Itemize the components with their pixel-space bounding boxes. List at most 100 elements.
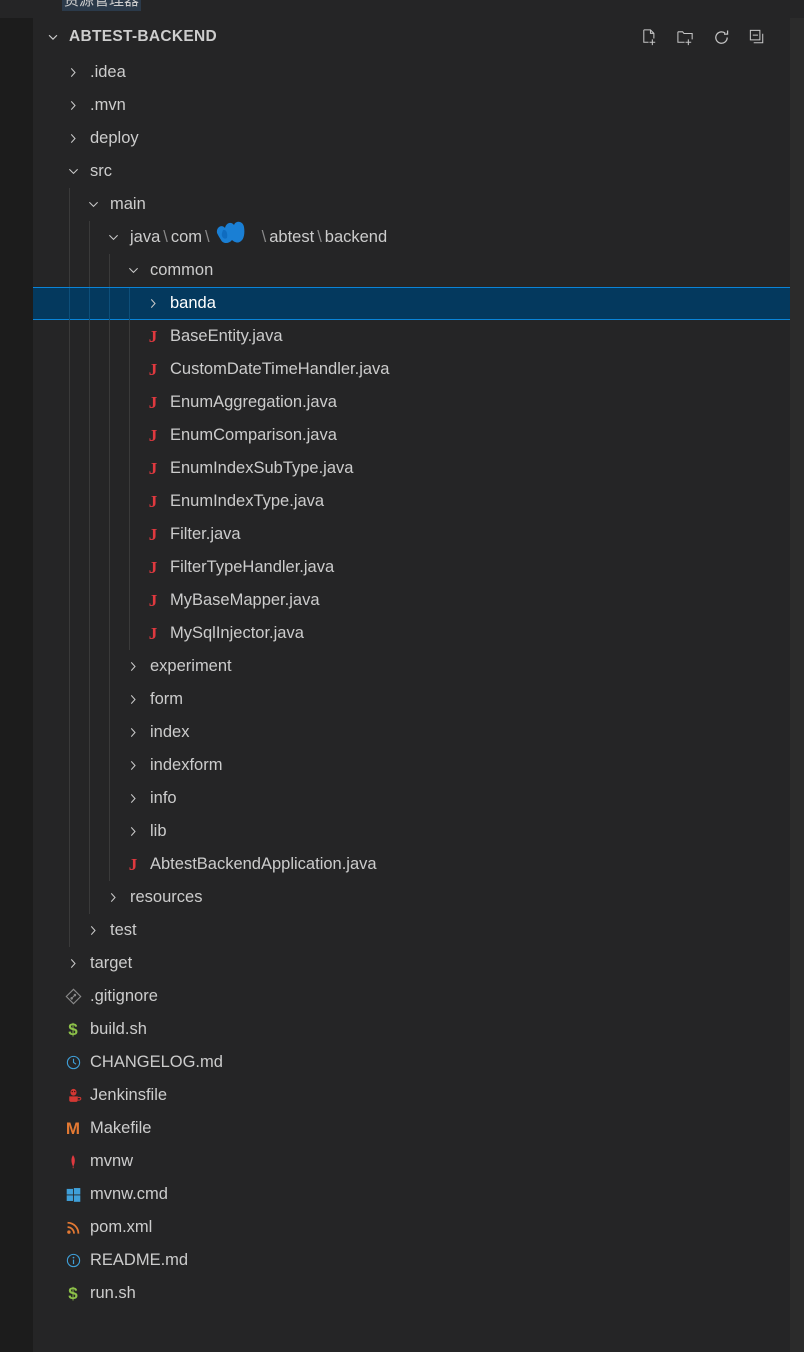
- tree-row-label: mvnw.cmd: [90, 1185, 168, 1204]
- tree-file-row[interactable]: J EnumComparison.java: [33, 419, 790, 452]
- row-indent: [33, 1211, 62, 1244]
- tree-folder-row[interactable]: banda: [33, 287, 790, 321]
- tree-file-row[interactable]: pom.xml: [33, 1211, 790, 1244]
- indent-guide: [89, 353, 90, 386]
- tree-file-row[interactable]: J CustomDateTimeHandler.java: [33, 353, 790, 386]
- tree-row-label: MyBaseMapper.java: [170, 591, 320, 610]
- indent-guide: [89, 485, 90, 518]
- new-folder-icon[interactable]: [674, 26, 696, 48]
- explorer-section-header[interactable]: ABTEST-BACKEND: [33, 18, 790, 56]
- indent-guide: [109, 485, 110, 518]
- tree-file-row[interactable]: Jenkinsfile: [33, 1079, 790, 1112]
- tree-row-label: EnumAggregation.java: [170, 393, 337, 412]
- explorer-panel: ABTEST-BACKEND .idea .mvn deploy src mai…: [33, 18, 790, 1352]
- indent-guide: [109, 683, 110, 716]
- tree-folder-row[interactable]: indexform: [33, 749, 790, 782]
- tree-file-row[interactable]: $ build.sh: [33, 1013, 790, 1046]
- tree-row-label: main: [110, 195, 146, 214]
- chevron-down-icon[interactable]: [122, 254, 144, 287]
- tree-file-row[interactable]: mvnw: [33, 1145, 790, 1178]
- tree-folder-row[interactable]: .idea: [33, 56, 790, 89]
- java-icon: J: [148, 326, 158, 346]
- path-separator: \: [163, 228, 168, 247]
- indent-guide: [129, 617, 130, 650]
- java-icon: J: [148, 392, 158, 412]
- tree-folder-row[interactable]: .mvn: [33, 89, 790, 122]
- chevron-right-icon[interactable]: [122, 650, 144, 683]
- tree-row-label: README.md: [90, 1251, 189, 1270]
- tree-file-row[interactable]: J Filter.java: [33, 518, 790, 551]
- tree-file-row[interactable]: J MySqlInjector.java: [33, 617, 790, 650]
- tree-folder-row[interactable]: experiment: [33, 650, 790, 683]
- tree-folder-row[interactable]: deploy: [33, 122, 790, 155]
- tree-file-row[interactable]: J MyBaseMapper.java: [33, 584, 790, 617]
- chevron-right-icon[interactable]: [82, 914, 104, 947]
- tree-file-row[interactable]: .gitignore: [33, 980, 790, 1013]
- tree-folder-row[interactable]: lib: [33, 815, 790, 848]
- chevron-down-icon[interactable]: [82, 188, 104, 221]
- tree-file-row[interactable]: CHANGELOG.md: [33, 1046, 790, 1079]
- row-indent: [33, 1079, 62, 1112]
- tree-folder-row[interactable]: test: [33, 914, 790, 947]
- tree-file-row[interactable]: J EnumIndexType.java: [33, 485, 790, 518]
- chevron-down-icon[interactable]: [42, 26, 64, 48]
- collapse-all-icon[interactable]: [746, 26, 768, 48]
- path-separator: \: [261, 228, 267, 247]
- chevron-right-icon[interactable]: [62, 89, 84, 122]
- indent-guide: [109, 353, 110, 386]
- tree-file-row[interactable]: $ run.sh: [33, 1277, 790, 1310]
- tree-folder-row[interactable]: info: [33, 782, 790, 815]
- tree-file-row[interactable]: J EnumIndexSubType.java: [33, 452, 790, 485]
- chevron-down-icon[interactable]: [62, 155, 84, 188]
- tree-file-row[interactable]: J AbtestBackendApplication.java: [33, 848, 790, 881]
- explorer-toolbar: [638, 18, 768, 56]
- chevron-right-icon[interactable]: [102, 881, 124, 914]
- windows-icon: [62, 1178, 84, 1211]
- tree-file-row[interactable]: M Makefile: [33, 1112, 790, 1145]
- indent-guide: [109, 320, 110, 353]
- chevron-right-icon[interactable]: [122, 782, 144, 815]
- indent-guide: [109, 650, 110, 683]
- tree-row-label: java \ com \ \ abtest \ backend: [130, 221, 387, 253]
- chevron-right-icon[interactable]: [122, 683, 144, 716]
- tree-row-label: pom.xml: [90, 1218, 153, 1237]
- tree-folder-row[interactable]: src: [33, 155, 790, 188]
- tree-folder-row[interactable]: main: [33, 188, 790, 221]
- tree-file-row[interactable]: J EnumAggregation.java: [33, 386, 790, 419]
- tree-folder-row[interactable]: common: [33, 254, 790, 287]
- indent-guide: [69, 254, 70, 287]
- indent-guide: [69, 683, 70, 716]
- chevron-right-icon[interactable]: [122, 815, 144, 848]
- chevron-right-icon[interactable]: [142, 287, 164, 320]
- row-indent: [33, 518, 142, 551]
- tree-file-row[interactable]: README.md: [33, 1244, 790, 1277]
- indent-guide: [69, 584, 70, 617]
- new-file-icon[interactable]: [638, 26, 660, 48]
- indent-guide: [69, 386, 70, 419]
- maven-feather-icon: [62, 1145, 84, 1178]
- chevron-right-icon[interactable]: [62, 947, 84, 980]
- tree-file-row[interactable]: J BaseEntity.java: [33, 320, 790, 353]
- tree-folder-row[interactable]: form: [33, 683, 790, 716]
- chevron-right-icon[interactable]: [122, 716, 144, 749]
- tree-file-row[interactable]: J FilterTypeHandler.java: [33, 551, 790, 584]
- chevron-down-icon[interactable]: [102, 221, 124, 254]
- tree-folder-row[interactable]: target: [33, 947, 790, 980]
- tree-folder-row[interactable]: index: [33, 716, 790, 749]
- row-indent: [33, 89, 62, 122]
- indent-guide: [69, 353, 70, 386]
- row-indent: [33, 56, 62, 89]
- row-indent: [33, 221, 102, 254]
- tree-folder-row[interactable]: java \ com \ \ abtest \ backend: [33, 221, 790, 254]
- chevron-right-icon[interactable]: [62, 56, 84, 89]
- tree-folder-row[interactable]: resources: [33, 881, 790, 914]
- refresh-icon[interactable]: [710, 26, 732, 48]
- row-indent: [33, 980, 62, 1013]
- info-circle-icon: [62, 1244, 84, 1277]
- file-tree[interactable]: .idea .mvn deploy src main java \ com \ \ abtest \ b…: [33, 56, 790, 1310]
- row-indent: [33, 1046, 62, 1079]
- chevron-right-icon[interactable]: [62, 122, 84, 155]
- indent-guide: [69, 914, 70, 947]
- tree-file-row[interactable]: mvnw.cmd: [33, 1178, 790, 1211]
- chevron-right-icon[interactable]: [122, 749, 144, 782]
